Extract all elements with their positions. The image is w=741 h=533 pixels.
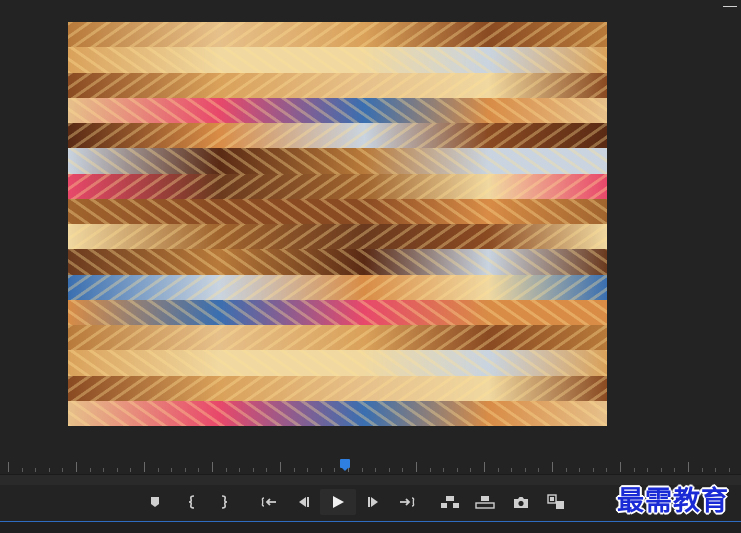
ruler-tick xyxy=(389,468,390,472)
program-monitor-frame xyxy=(68,22,607,426)
video-strip xyxy=(68,173,607,200)
ruler-tick xyxy=(674,468,675,472)
ruler-tick xyxy=(688,462,689,472)
ruler-tick xyxy=(511,468,512,472)
ruler-tick xyxy=(579,468,580,472)
ruler-tick xyxy=(430,468,431,472)
ruler-tick xyxy=(62,468,63,472)
playhead-icon[interactable] xyxy=(340,459,350,471)
ruler-tick xyxy=(715,468,716,472)
camera-icon xyxy=(514,496,528,508)
video-strip xyxy=(68,299,607,326)
ruler-tick xyxy=(538,468,539,472)
export-frame-button[interactable] xyxy=(508,489,534,515)
ruler-tick xyxy=(484,462,485,472)
ruler-tick xyxy=(416,462,417,472)
video-strip xyxy=(68,72,607,99)
video-strip xyxy=(68,400,607,426)
ruler-tick xyxy=(702,468,703,472)
comparison-view-icon xyxy=(547,494,564,509)
ruler-tick xyxy=(443,468,444,472)
ruler-tick xyxy=(130,468,131,472)
ruler-tick xyxy=(729,468,730,472)
panel-menu-line xyxy=(723,6,737,7)
video-strip xyxy=(68,198,607,225)
ruler-tick xyxy=(294,468,295,472)
go-to-in-button[interactable] xyxy=(256,489,282,515)
ruler-tick xyxy=(566,468,567,472)
ruler-tick xyxy=(266,468,267,472)
video-strip xyxy=(68,375,607,402)
ruler-tick xyxy=(593,468,594,472)
ruler-tick xyxy=(117,468,118,472)
video-strip xyxy=(68,22,607,49)
mark-in-button[interactable] xyxy=(179,489,205,515)
video-strip xyxy=(68,249,607,276)
ruler-tick xyxy=(198,468,199,472)
ruler-tick xyxy=(171,468,172,472)
go-to-out-button[interactable] xyxy=(394,489,420,515)
ruler-tick xyxy=(22,468,23,472)
ruler-tick xyxy=(144,462,145,472)
ruler-tick xyxy=(49,468,50,472)
ruler-tick xyxy=(253,468,254,472)
step-back-icon xyxy=(299,497,309,507)
ruler-tick xyxy=(35,468,36,472)
ruler-tick xyxy=(226,468,227,472)
add-marker-button[interactable] xyxy=(142,489,168,515)
play-icon xyxy=(333,496,344,508)
ruler-tick xyxy=(661,468,662,472)
timeline-panel-edge xyxy=(0,522,741,533)
video-strip xyxy=(68,224,607,251)
extract-icon xyxy=(475,496,495,509)
ruler-tick xyxy=(103,468,104,472)
extract-button[interactable] xyxy=(472,489,498,515)
ruler-tick xyxy=(334,468,335,472)
go-to-in-icon xyxy=(261,497,276,507)
ruler-tick xyxy=(402,468,403,472)
ruler-tick xyxy=(470,468,471,472)
mark-out-button[interactable] xyxy=(211,489,237,515)
ruler-tick xyxy=(620,462,621,472)
ruler-tick xyxy=(90,468,91,472)
go-to-out-icon xyxy=(400,497,415,507)
step-back-button[interactable] xyxy=(290,489,316,515)
video-strip xyxy=(68,47,607,74)
step-forward-button[interactable] xyxy=(361,489,387,515)
ruler-tick xyxy=(321,468,322,472)
lift-icon xyxy=(441,496,459,508)
video-strip xyxy=(68,123,607,150)
ruler-tick xyxy=(362,468,363,472)
ruler-tick xyxy=(158,468,159,472)
ruler-tick xyxy=(375,468,376,472)
mark-out-icon xyxy=(221,495,228,509)
watermark-logo: 最需教育 xyxy=(617,486,729,517)
ruler-tick xyxy=(606,468,607,472)
mark-in-icon xyxy=(188,495,195,509)
ruler-tick xyxy=(307,468,308,472)
ruler-tick xyxy=(498,468,499,472)
step-forward-icon xyxy=(368,497,378,507)
ruler-tick xyxy=(525,468,526,472)
ruler-tick xyxy=(212,462,213,472)
ruler-tick xyxy=(647,468,648,472)
ruler-tick xyxy=(457,468,458,472)
video-strip xyxy=(68,148,607,175)
ruler-tick xyxy=(634,468,635,472)
comparison-view-button[interactable] xyxy=(543,489,569,515)
ruler-tick xyxy=(280,462,281,472)
ruler-tick xyxy=(185,468,186,472)
ruler-tick xyxy=(76,462,77,472)
video-strip xyxy=(68,97,607,124)
ruler-tick xyxy=(239,468,240,472)
video-strip xyxy=(68,274,607,301)
ruler-tick xyxy=(552,462,553,472)
video-strip xyxy=(68,325,607,352)
ruler-tick xyxy=(8,462,9,472)
lift-button[interactable] xyxy=(437,489,463,515)
play-button[interactable] xyxy=(320,489,356,515)
marker-icon xyxy=(151,497,159,507)
time-ruler[interactable] xyxy=(0,456,741,474)
video-strip xyxy=(68,350,607,377)
